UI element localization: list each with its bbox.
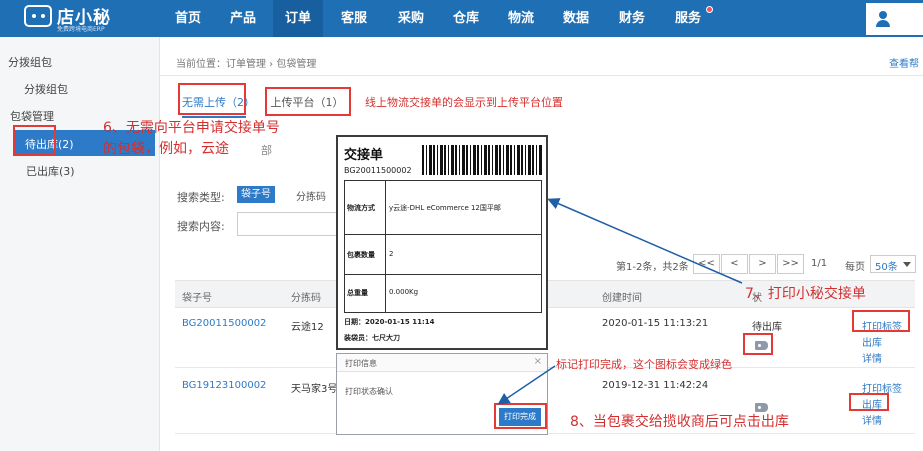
sidebar-group-allocate: 分拨组包 xyxy=(8,56,52,69)
nav-item-finance[interactable]: 财务 xyxy=(609,0,655,37)
user-menu[interactable] xyxy=(866,3,923,35)
nav-item-products[interactable]: 产品 xyxy=(220,0,266,37)
waybill-table: 物流方式 y云途-DHL eCommerce 12国平邮 包裹数量 2 总重量 … xyxy=(344,180,542,313)
col-sort-code: 分拣码 xyxy=(291,293,321,304)
per-page-value: 50条 xyxy=(875,262,898,273)
waybill-number: BG20011500002 xyxy=(344,166,412,175)
highlight-ship-out xyxy=(849,393,889,411)
dialog-header: 打印信息 × xyxy=(337,354,547,372)
highlight-sidebar-pending xyxy=(13,125,56,155)
pager-page: 1/1 xyxy=(811,258,828,269)
note-step-6-line1: 6、无需向平台申请交接单号 xyxy=(103,120,280,136)
col-bag-no: 袋子号 xyxy=(182,293,212,304)
highlight-tab-upload xyxy=(265,87,351,116)
residual-text: 部 xyxy=(261,144,272,157)
note-step-6-line2: 的包袋，例如，云途 xyxy=(103,141,229,157)
nav-item-home[interactable]: 首页 xyxy=(165,0,211,37)
details-link[interactable]: 详情 xyxy=(862,412,882,427)
waybill-value: y云途-DHL eCommerce 12国平邮 xyxy=(389,204,501,212)
details-link[interactable]: 详情 xyxy=(862,350,882,365)
waybill-packer: 装袋员：七尺大刀 xyxy=(344,334,400,342)
pager-prev-button[interactable]: < xyxy=(721,254,748,274)
nav-item-purchase[interactable]: 采购 xyxy=(388,0,434,37)
barcode-icon xyxy=(422,145,542,175)
user-icon xyxy=(876,11,890,27)
logo-tagline: 免费跨境电商ERP xyxy=(57,26,105,33)
sort-code: 云途12 xyxy=(291,322,324,333)
sidebar-item-shipped[interactable]: 已出库(3) xyxy=(26,163,75,179)
waybill-key: 总重量 xyxy=(347,289,368,297)
pager-last-button[interactable]: >> xyxy=(777,254,804,274)
handover-waybill: 交接单 BG20011500002 物流方式 y云途-DHL eCommerce… xyxy=(336,135,548,350)
sidebar: 分拨组包 分拨组包 包袋管理 待出库(2) 已出库(3) xyxy=(0,37,160,451)
waybill-date: 日期：2020-01-15 11:14 xyxy=(344,318,435,326)
status-text: 待出库 xyxy=(752,322,782,333)
waybill-value: 0.000Kg xyxy=(389,288,419,296)
chevron-down-icon xyxy=(903,262,911,267)
pager-next-button[interactable]: > xyxy=(749,254,776,274)
waybill-row: 包裹数量 2 xyxy=(345,235,541,275)
dialog-title: 打印信息 xyxy=(345,359,377,368)
waybill-key: 物流方式 xyxy=(347,204,375,212)
dialog-body: 打印状态确认 xyxy=(345,387,393,396)
search-content-label: 搜索内容: xyxy=(177,220,225,233)
nav-item-services[interactable]: 服务 xyxy=(665,0,711,37)
note-upload-platform: 线上物流交接单的会显示到上传平台位置 xyxy=(365,96,563,109)
note-step-7: 7、打印小秘交接单 xyxy=(745,286,866,302)
logo-icon xyxy=(24,5,52,27)
waybill-title: 交接单 xyxy=(344,148,384,163)
top-nav-bar: 店小秘 免费跨境电商ERP 首页 产品 订单 客服 采购 仓库 物流 数据 财务… xyxy=(0,0,923,37)
help-link[interactable]: 查看帮 xyxy=(889,55,919,70)
highlight-tab-no-upload xyxy=(178,83,246,115)
pager-info: 第1-2条，共2条 xyxy=(616,262,689,273)
sidebar-item-allocate[interactable]: 分拨组包 xyxy=(24,81,68,97)
nav-item-orders[interactable]: 订单 xyxy=(273,0,323,37)
waybill-row: 总重量 0.000Kg xyxy=(345,275,541,312)
highlight-print-complete xyxy=(494,403,547,429)
per-page-select[interactable]: 50条 xyxy=(870,255,916,273)
notification-dot xyxy=(706,6,713,13)
sidebar-group-bag: 包袋管理 xyxy=(10,110,54,123)
sort-code: 天马家3号 xyxy=(291,384,338,395)
close-icon[interactable]: × xyxy=(534,356,542,367)
nav-item-warehouse[interactable]: 仓库 xyxy=(443,0,489,37)
app-logo[interactable]: 店小秘 免费跨境电商ERP xyxy=(24,4,134,33)
pager-first-button[interactable]: << xyxy=(693,254,720,274)
divider xyxy=(160,75,923,76)
search-type-label: 搜索类型: xyxy=(177,191,225,204)
note-mark-complete: 标记打印完成，这个图标会变成绿色 xyxy=(556,358,732,371)
created-time: 2020-01-15 11:13:21 xyxy=(602,318,709,329)
breadcrumb: 当前位置：订单管理 › 包袋管理 xyxy=(176,59,317,70)
ship-out-link[interactable]: 出库 xyxy=(862,334,882,349)
highlight-tag-icon xyxy=(743,333,773,355)
bag-no-link[interactable]: BG19123100002 xyxy=(182,380,266,391)
highlight-print-label xyxy=(852,310,910,332)
search-type-sort-code[interactable]: 分拣码 xyxy=(296,188,326,203)
search-input[interactable] xyxy=(237,212,341,236)
waybill-key: 包裹数量 xyxy=(347,251,375,259)
waybill-value: 2 xyxy=(389,250,394,258)
col-created: 创建时间 xyxy=(602,293,642,304)
nav-item-logistics[interactable]: 物流 xyxy=(498,0,544,37)
nav-item-data[interactable]: 数据 xyxy=(553,0,599,37)
waybill-row: 物流方式 y云途-DHL eCommerce 12国平邮 xyxy=(345,181,541,235)
note-step-8: 8、当包裹交给揽收商后可点击出库 xyxy=(570,414,789,430)
bag-no-link[interactable]: BG20011500002 xyxy=(182,318,266,329)
pager-per-page-label: 每页 xyxy=(845,262,865,273)
nav-item-service[interactable]: 客服 xyxy=(331,0,377,37)
created-time: 2019-12-31 11:42:24 xyxy=(602,380,709,391)
search-type-bag[interactable]: 袋子号 xyxy=(237,186,275,203)
